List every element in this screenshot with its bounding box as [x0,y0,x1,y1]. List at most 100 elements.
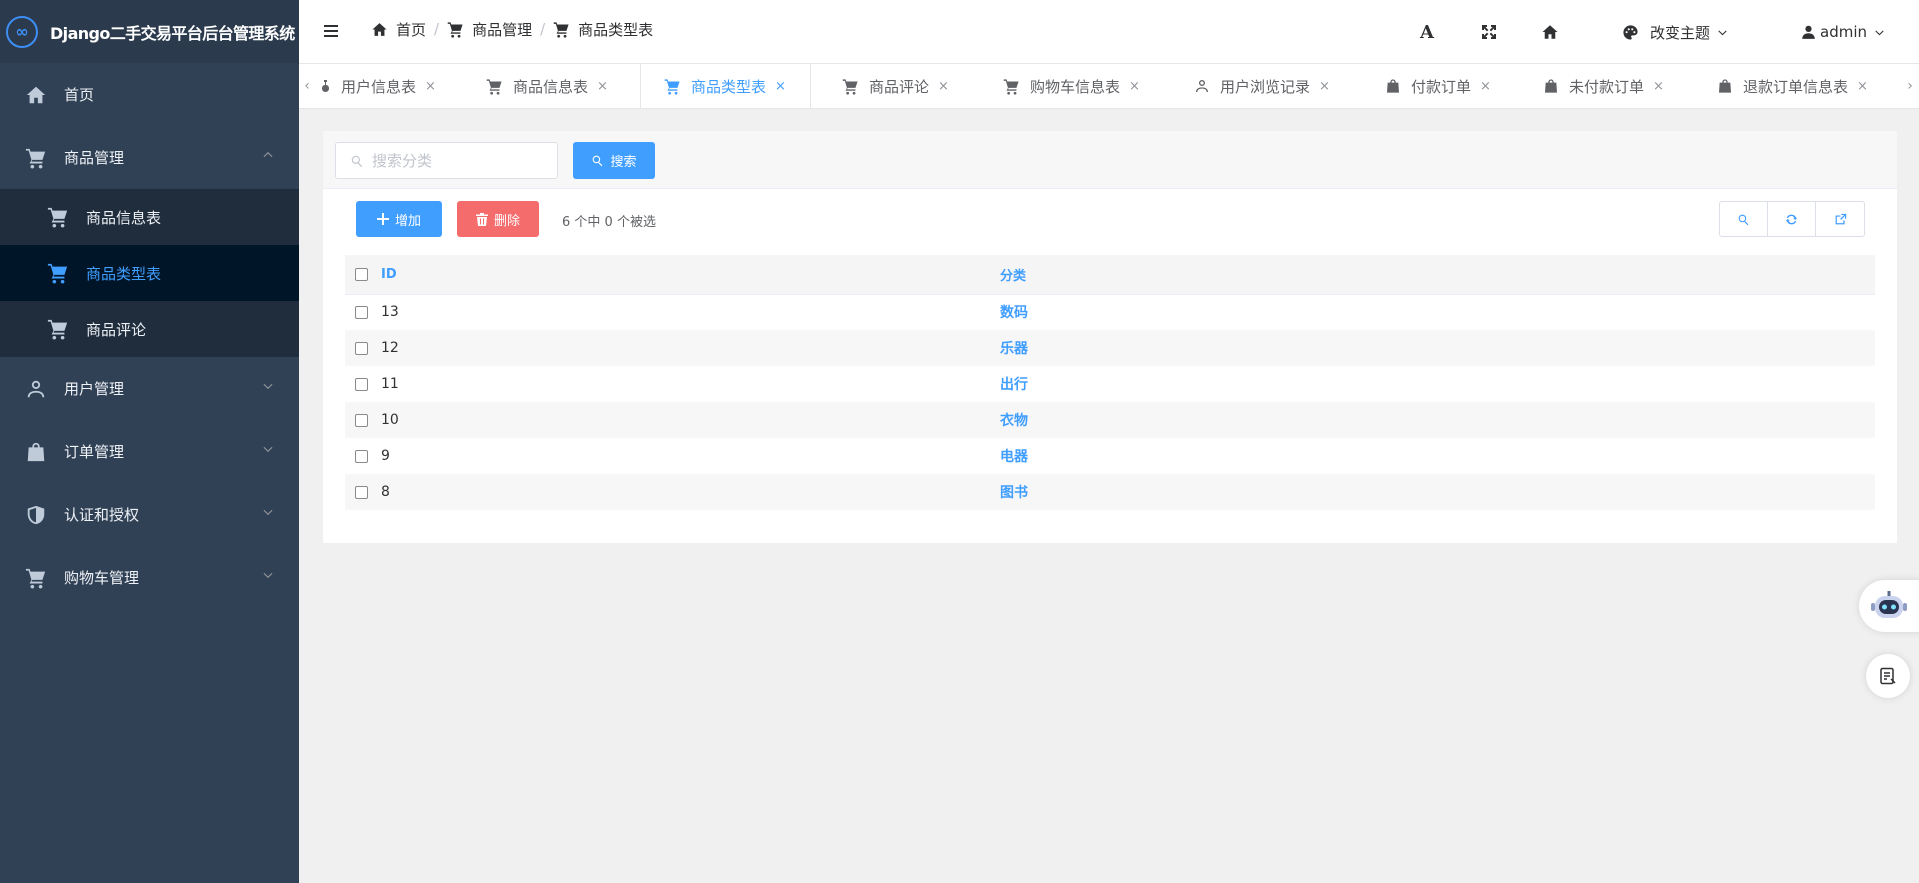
chevron-down-icon [261,442,275,456]
row-checkbox[interactable] [355,305,368,319]
row-select-cell [345,402,381,438]
top-header: 首页 / 商品管理 / 商品类型表 A 改变主题 admin [299,0,1919,64]
row-select-cell [345,330,381,366]
theme-dropdown[interactable]: 改变主题 [1622,20,1729,44]
cell-category-link[interactable]: 衣物 [1000,402,1875,438]
sidebar-item-label: 商品管理 [64,149,125,167]
tab-close-icon[interactable]: × [425,79,436,94]
cell-category-link[interactable]: 电器 [1000,438,1875,474]
brand[interactable]: ∞ Django二手交易平台后台管理系统 [0,0,299,63]
breadcrumb-item-goods[interactable]: 商品管理 [447,19,532,40]
column-header-category[interactable]: 分类 [1000,255,1875,294]
bag-icon [24,441,48,463]
palette-icon [1623,24,1638,40]
row-checkbox[interactable] [355,341,368,355]
home-button[interactable] [1541,20,1559,44]
font-size-button[interactable]: A [1420,20,1434,44]
sidebar-item-goods-comment[interactable]: 商品评论 [0,301,299,357]
sidebar-item-home[interactable]: 首页 [0,63,299,126]
assistant-button[interactable] [1859,580,1919,632]
tab-refund-orders[interactable]: 退款订单信息表 × [1717,64,1868,108]
table-header-row: ID 分类 [345,255,1875,294]
row-checkbox[interactable] [355,413,368,427]
table-row[interactable]: 11 出行 [345,366,1875,402]
tab-scroll-right[interactable]: › [1903,64,1917,108]
cart-icon [46,318,70,340]
cell-category-link[interactable]: 出行 [1000,366,1875,402]
sidebar-item-goods-info[interactable]: 商品信息表 [0,189,299,245]
font-icon: A [1420,21,1434,43]
tab-close-icon[interactable]: × [597,79,608,94]
table-row[interactable]: 10 衣物 [345,402,1875,438]
tab-close-icon[interactable]: × [1653,79,1664,94]
chevron-down-icon [261,568,275,582]
sidebar-item-goods-type[interactable]: 商品类型表 [0,245,299,301]
row-select-cell [345,474,381,510]
cell-id: 8 [381,484,390,500]
tool-export-button[interactable] [1816,202,1864,236]
search-icon [1737,213,1750,226]
bag-icon [1543,78,1559,94]
column-header-id[interactable]: ID [381,255,1000,294]
breadcrumb-separator: / [540,20,546,38]
shield-icon [24,504,48,526]
home-icon [371,21,388,38]
sidebar-item-orders[interactable]: 订单管理 [0,420,299,483]
fullscreen-button[interactable] [1481,20,1497,44]
tab-close-icon[interactable]: × [1319,79,1330,94]
cart-icon [553,21,570,38]
sidebar-item-goods[interactable]: 商品管理 [0,126,299,189]
row-select-cell [345,366,381,402]
search-input[interactable] [372,151,552,170]
cell-id: 10 [381,412,399,428]
table-row[interactable]: 9 电器 [345,438,1875,474]
tab-close-icon[interactable]: × [1129,79,1140,94]
content-card: 搜索 增加 删除 6 个中 0 个被选 ID 分类 [323,131,1897,543]
search-icon [350,154,364,168]
tool-refresh-button[interactable] [1768,202,1816,236]
tab-goods-type[interactable]: 商品类型表 × [640,64,811,108]
cell-id: 13 [381,304,399,321]
row-checkbox[interactable] [355,485,368,499]
breadcrumb-item-home[interactable]: 首页 [371,19,426,40]
tab-close-icon[interactable]: × [1480,79,1491,94]
row-checkbox[interactable] [355,377,368,391]
tab-unpaid-orders[interactable]: 未付款订单 × [1543,64,1664,108]
tab-close-icon[interactable]: × [1857,79,1868,94]
tab-user-info[interactable]: 用户信息表 × [319,64,436,108]
sidebar-item-cart[interactable]: 购物车管理 [0,546,299,609]
tab-browse-history[interactable]: 用户浏览记录 × [1194,64,1330,108]
cell-id: 9 [381,448,390,464]
tab-scroll-left[interactable]: ‹ [300,64,314,108]
tab-bar: ‹ 用户信息表 × 商品信息表 × 商品类型表 × 商品评论 × 购物车信息表 … [299,64,1919,109]
search-button[interactable]: 搜索 [573,142,655,179]
cell-category-link[interactable]: 数码 [1000,294,1875,330]
select-all-checkbox[interactable] [355,267,368,281]
user-dropdown[interactable]: admin [1801,20,1886,44]
tab-cart-info[interactable]: 购物车信息表 × [1003,64,1140,108]
cell-category-link[interactable]: 乐器 [1000,330,1875,366]
hamburger-icon[interactable] [323,22,339,40]
table-row[interactable]: 12 乐器 [345,330,1875,366]
table-row[interactable]: 13 数码 [345,294,1875,330]
delete-button[interactable]: 删除 [457,201,539,237]
data-table: ID 分类 13 数码 12 乐器 11 出行 10 衣物 9 电器 8 图书 [345,255,1875,510]
tab-close-icon[interactable]: × [938,79,949,94]
tab-goods-comment[interactable]: 商品评论 × [842,64,949,108]
table-row[interactable]: 8 图书 [345,474,1875,510]
add-button[interactable]: 增加 [356,201,442,237]
sidebar-item-label: 商品评论 [86,320,147,339]
sidebar-item-auth[interactable]: 认证和授权 [0,483,299,546]
chevron-down-icon [261,505,275,519]
sidebar-item-users[interactable]: 用户管理 [0,357,299,420]
search-icon [591,154,604,167]
search-field[interactable] [335,142,558,179]
tab-close-icon[interactable]: × [775,79,786,94]
cell-category-link[interactable]: 图书 [1000,474,1875,510]
bag-icon [1717,78,1733,94]
tab-paid-orders[interactable]: 付款订单 × [1385,64,1491,108]
row-checkbox[interactable] [355,449,368,463]
notes-button[interactable] [1866,654,1910,698]
tab-goods-info[interactable]: 商品信息表 × [486,64,608,108]
tool-search-button[interactable] [1720,202,1768,236]
